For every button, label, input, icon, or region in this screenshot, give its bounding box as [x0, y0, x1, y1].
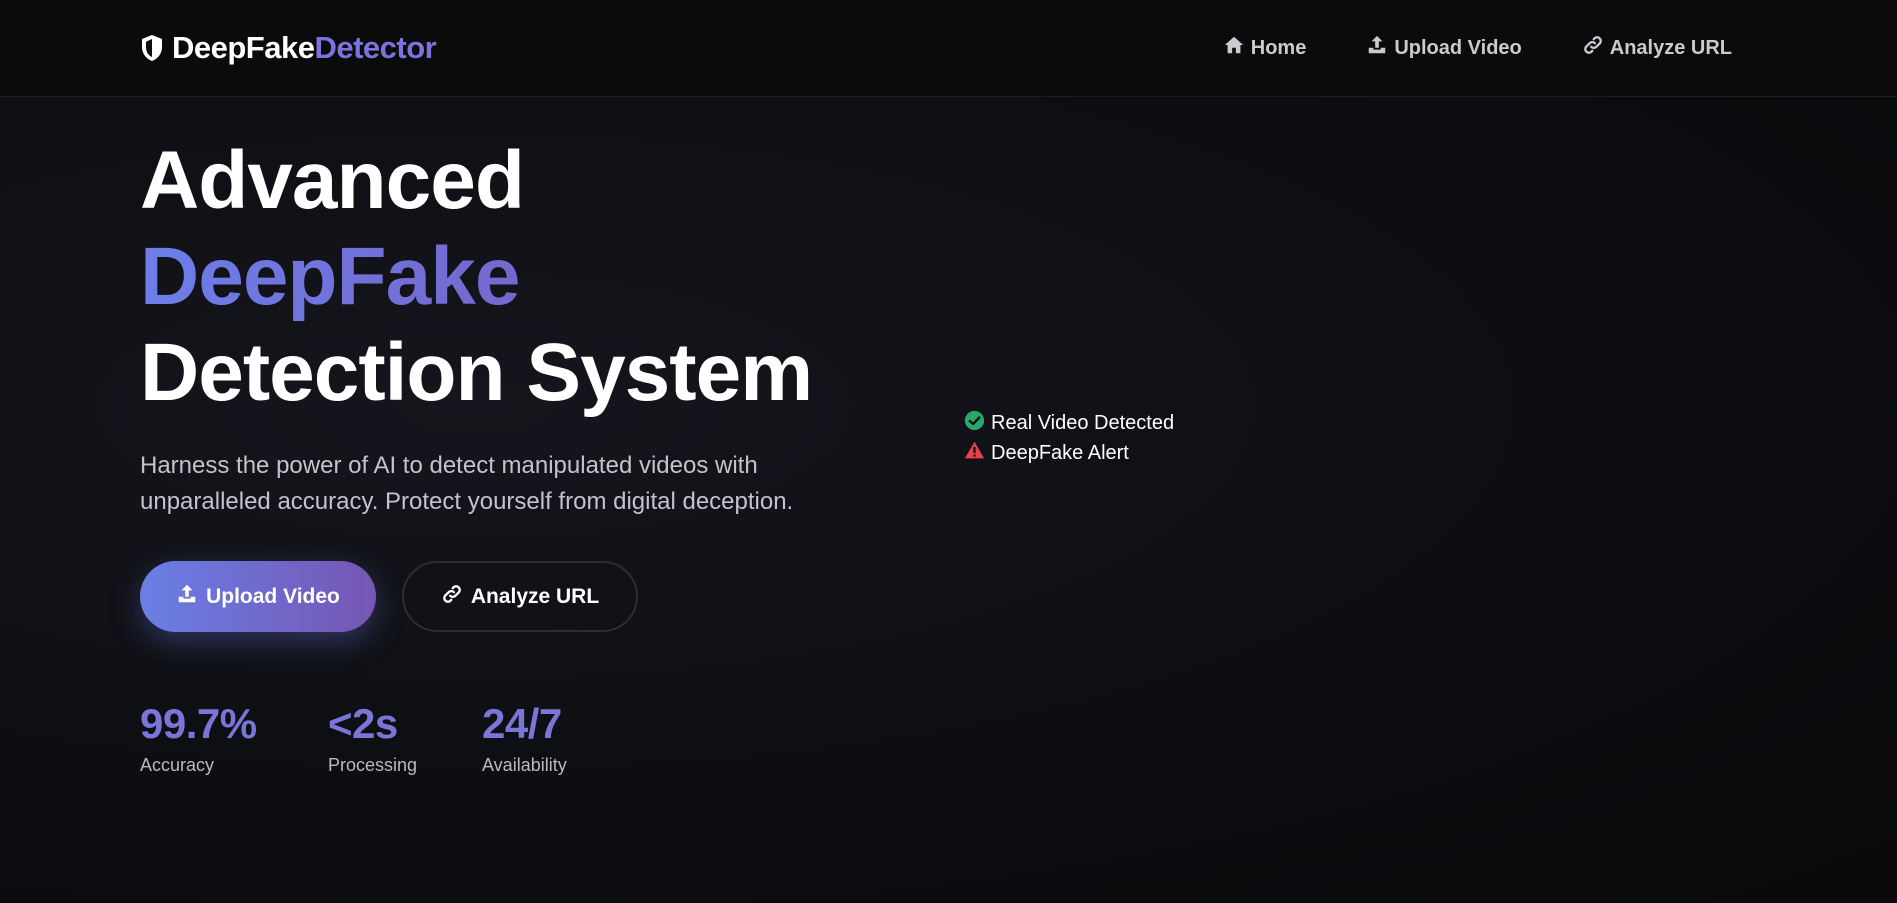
brand-logo[interactable]: DeepFake Detector	[140, 28, 437, 68]
status-real-video: Real Video Detected	[964, 410, 1175, 437]
upload-icon	[1366, 34, 1388, 62]
stat-processing: <2s Processing	[328, 699, 482, 776]
status-fake-label: DeepFake Alert	[991, 442, 1129, 464]
brand-name-primary: DeepFake	[172, 30, 315, 65]
nav-item-analyze-url[interactable]: Analyze URL	[1582, 34, 1732, 62]
stat-value: 99.7%	[140, 700, 257, 747]
stat-accuracy: 99.7% Accuracy	[140, 699, 328, 776]
link-icon	[1582, 34, 1604, 62]
stat-value: <2s	[328, 700, 398, 747]
home-icon	[1223, 34, 1245, 62]
hero-title-line-1: Advanced	[140, 135, 525, 226]
hero-title: Advanced DeepFake Detection System	[140, 133, 813, 421]
brand-name-accent: Detector	[314, 30, 437, 65]
stat-availability: 24/7 Availability	[482, 699, 567, 776]
navbar: DeepFake Detector Home Upload Video Anal…	[0, 0, 1897, 97]
upload-video-button-label: Upload Video	[206, 584, 340, 608]
upload-icon	[176, 583, 198, 611]
hero-subtitle-line-1: Harness the power of AI to detect manipu…	[140, 452, 758, 479]
stat-value: 24/7	[482, 700, 562, 747]
status-deepfake-alert: DeepFake Alert	[964, 440, 1174, 467]
nav-item-label: Home	[1250, 36, 1307, 59]
hero-actions: Upload Video Analyze URL	[140, 561, 638, 632]
link-icon	[441, 583, 463, 611]
stat-label: Accuracy	[140, 755, 215, 775]
nav-item-label: Analyze URL	[1609, 36, 1732, 59]
nav-item-upload-video[interactable]: Upload Video	[1366, 34, 1522, 62]
hero-title-line-2: DeepFake	[140, 229, 812, 325]
hero-subtitle-line-2: unparalleled accuracy. Protect yourself …	[140, 488, 794, 515]
nav-item-label: Upload Video	[1394, 36, 1522, 59]
hero-title-line-3: Detection System	[140, 327, 813, 418]
stat-label: Availability	[482, 755, 567, 775]
warning-triangle-icon	[964, 440, 985, 467]
page: DeepFake Detector Home Upload Video Anal…	[0, 0, 1897, 903]
stat-label: Processing	[328, 755, 418, 775]
shield-icon	[140, 34, 164, 62]
upload-video-button[interactable]: Upload Video	[140, 561, 376, 632]
analyze-url-button-label: Analyze URL	[470, 584, 600, 608]
detection-status-list: Real Video Detected DeepFake Alert	[964, 410, 1175, 467]
nav-item-home[interactable]: Home	[1223, 34, 1307, 62]
stats: 99.7% Accuracy <2s Processing 24/7 Avail…	[140, 699, 567, 776]
hero-subtitle: Harness the power of AI to detect manipu…	[140, 448, 900, 520]
check-circle-icon	[964, 410, 985, 437]
analyze-url-button[interactable]: Analyze URL	[402, 561, 638, 632]
main-nav: Home Upload Video Analyze URL	[1223, 30, 1732, 66]
status-real-label: Real Video Detected	[991, 412, 1175, 434]
